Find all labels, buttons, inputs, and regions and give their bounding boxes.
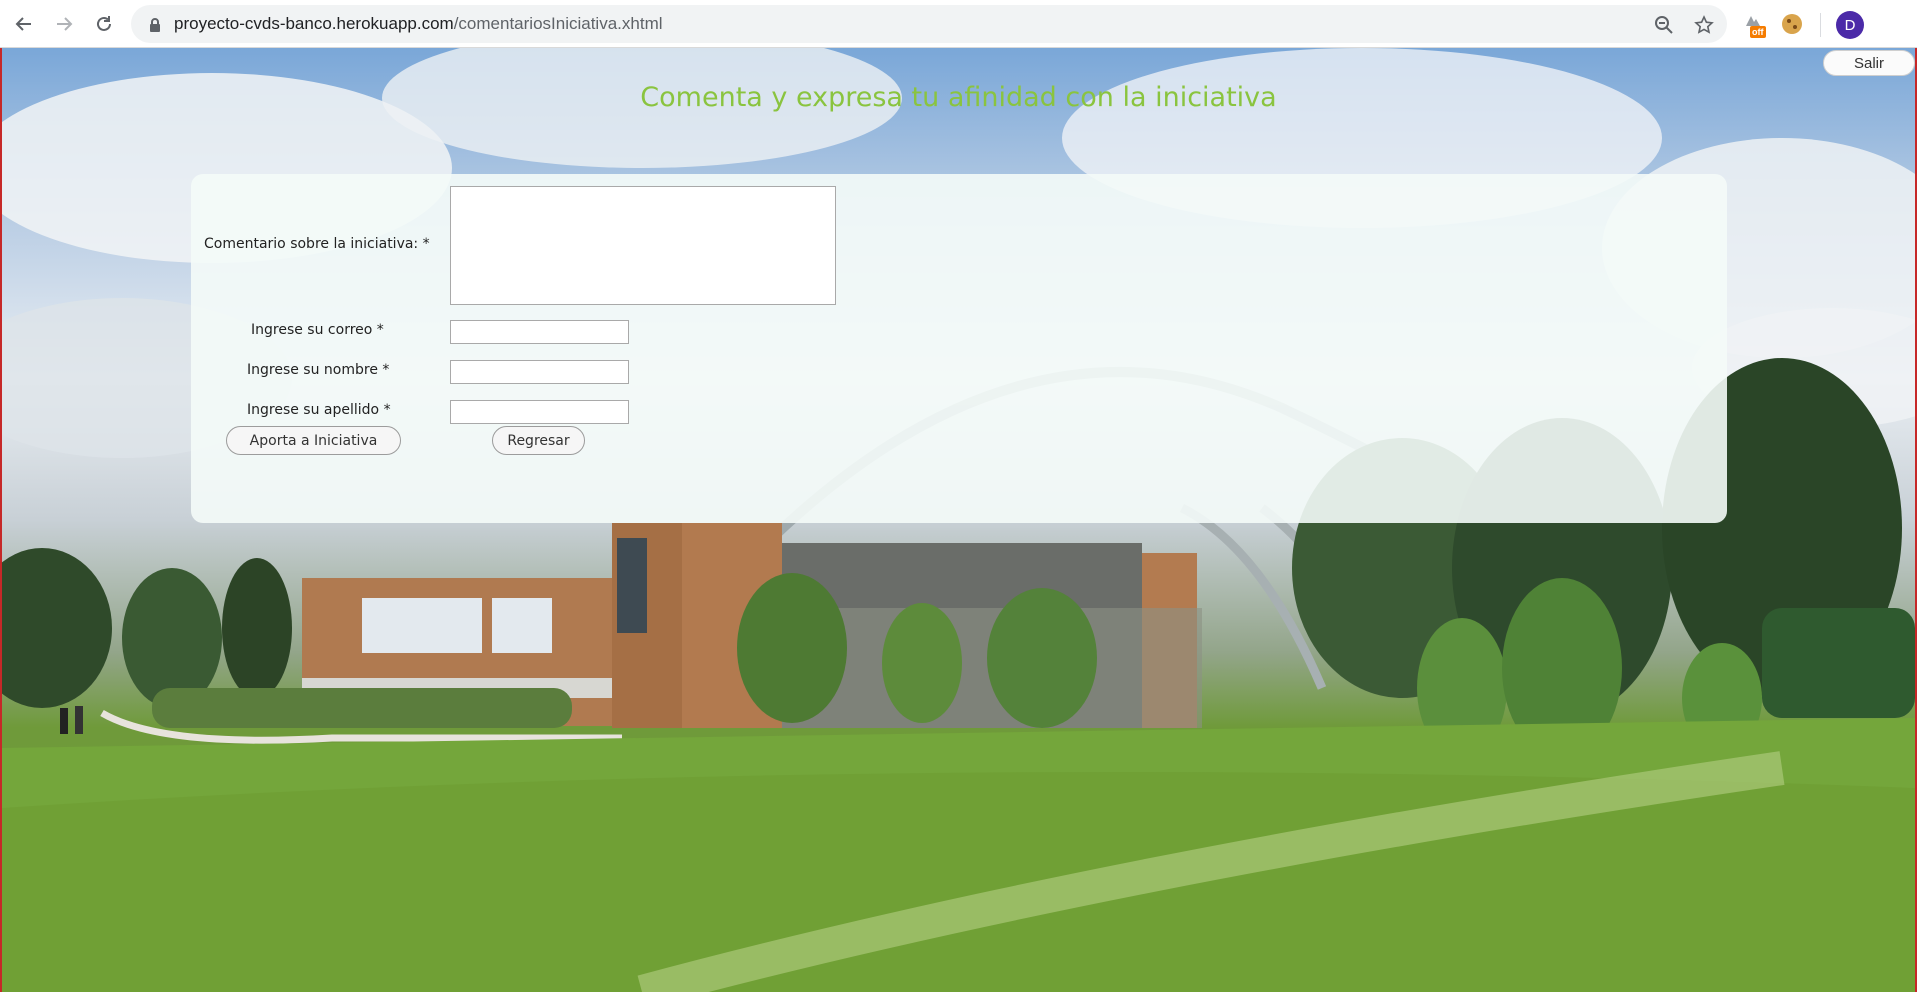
lastname-label: Ingrese su apellido * <box>247 402 391 418</box>
zoom-icon[interactable] <box>1654 15 1674 35</box>
comment-form: Comentario sobre la iniciativa: * Ingres… <box>191 174 1727 523</box>
comment-label: Comentario sobre la iniciativa: * <box>204 236 430 252</box>
lock-icon <box>149 17 161 36</box>
name-input[interactable] <box>450 360 629 384</box>
toolbar-divider <box>1820 13 1821 37</box>
back-arrow-icon[interactable] <box>10 10 38 38</box>
logout-button[interactable]: Salir <box>1823 50 1915 76</box>
profile-avatar[interactable]: D <box>1836 11 1864 39</box>
page-body: Comenta y expresa tu afinidad con la ini… <box>0 48 1917 992</box>
browser-toolbar: proyecto-cvds-banco.herokuapp.com/coment… <box>0 0 1917 48</box>
url-domain: proyecto-cvds-banco.herokuapp.com <box>174 14 454 33</box>
extension-icon[interactable]: off <box>1744 12 1770 38</box>
bookmark-star-icon[interactable] <box>1694 15 1714 35</box>
submit-button[interactable]: Aporta a Iniciativa <box>226 426 401 455</box>
email-label: Ingrese su correo * <box>251 322 384 338</box>
lastname-input[interactable] <box>450 400 629 424</box>
cookie-extension-icon[interactable] <box>1782 14 1802 34</box>
reload-icon[interactable] <box>90 10 118 38</box>
comment-textarea[interactable] <box>450 186 836 305</box>
name-label: Ingrese su nombre * <box>247 362 390 378</box>
url-path: /comentariosIniciativa.xhtml <box>453 14 663 33</box>
url-text: proyecto-cvds-banco.herokuapp.com/coment… <box>174 14 663 34</box>
address-bar[interactable]: proyecto-cvds-banco.herokuapp.com/coment… <box>131 5 1727 43</box>
forward-arrow-icon[interactable] <box>50 10 78 38</box>
back-button[interactable]: Regresar <box>492 426 585 455</box>
extension-badge: off <box>1750 26 1766 38</box>
page-title: Comenta y expresa tu afinidad con la ini… <box>640 82 1277 113</box>
email-input[interactable] <box>450 320 629 344</box>
